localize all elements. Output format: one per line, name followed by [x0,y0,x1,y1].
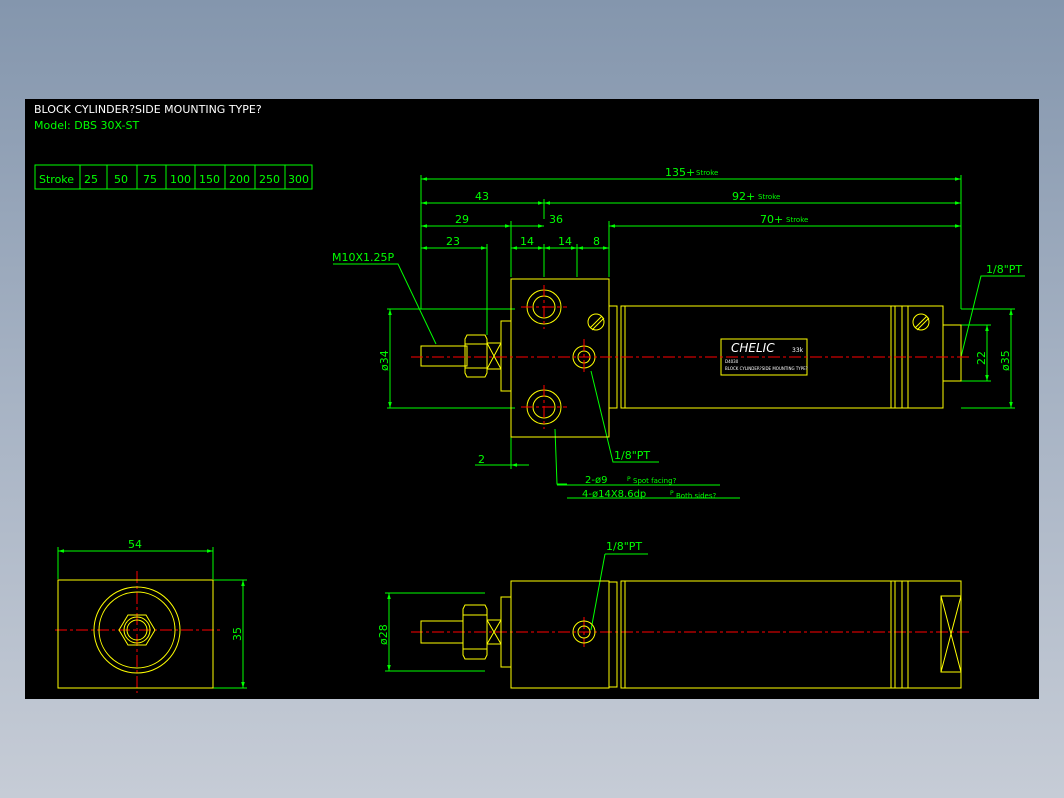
callout-spot-facing-p: P [627,476,631,483]
callout-port-bottom: 1/8"PT [606,540,642,553]
stroke-value: 25 [84,173,98,186]
dim-2: 2 [478,453,485,466]
dim-70: 70+ [760,213,783,226]
stroke-value: 250 [259,173,280,186]
dim-54: 54 [128,538,142,551]
stroke-table-header: Stroke [39,173,74,186]
callout-through-hole-note: Both sides? [676,492,716,500]
stroke-value: 100 [170,173,191,186]
dim-92: 92+ [732,190,755,203]
stroke-value: 300 [288,173,309,186]
dim-dia35: ø35 [999,350,1012,371]
callout-port-top-right: 1/8"PT [986,263,1022,276]
dimension-lines [57,175,1025,689]
end-view [57,579,214,689]
cad-drawing: BLOCK CYLINDER?SIDE MOUNTING TYPE? Model… [34,103,1025,693]
dim-35: 35 [231,627,244,641]
dim-14b: 14 [558,235,572,248]
dim-43: 43 [475,190,489,203]
drawing-title: BLOCK CYLINDER?SIDE MOUNTING TYPE? [34,103,262,116]
callout-thread: M10X1.25P [332,251,395,264]
label-line2: BLOCK CYLINDER?SIDE MOUNTING TYPE? [725,366,808,371]
dim-overall: 135+ [665,166,695,179]
callout-spot-facing-note: Spot facing? [633,477,677,485]
callout-port-center: 1/8"PT [614,449,650,462]
dim-dia34: ø34 [378,350,391,371]
bottom-view-cylinder [420,580,962,689]
dim-70-suffix: Stroke [786,216,808,224]
callout-through-hole: 4-ø14X8.6dp [582,489,646,500]
dim-overall-suffix: Stroke [696,169,718,177]
dim-8: 8 [593,235,600,248]
model-label: Model: DBS 30X-ST [34,119,139,132]
label-line1: D4030 [725,359,739,364]
dim-36: 36 [549,213,563,226]
dim-22: 22 [975,351,988,365]
center-lines [55,285,971,693]
stroke-value: 200 [229,173,250,186]
label-sub: 33k [792,347,804,354]
dim-dia28: ø28 [377,624,390,645]
dim-14a: 14 [520,235,534,248]
dim-29: 29 [455,213,469,226]
dim-92-suffix: Stroke [758,193,780,201]
stroke-value: 150 [199,173,220,186]
stroke-value: 75 [143,173,157,186]
callout-through-hole-p: P [670,490,674,497]
front-view-cylinder [420,278,962,438]
label-brand: CHELIC [731,341,775,355]
dim-23: 23 [446,235,460,248]
stroke-value: 50 [114,173,128,186]
callout-spot-facing: 2-ø9 [585,475,607,486]
drawing-canvas: BLOCK CYLINDER?SIDE MOUNTING TYPE? Model… [25,99,1039,699]
